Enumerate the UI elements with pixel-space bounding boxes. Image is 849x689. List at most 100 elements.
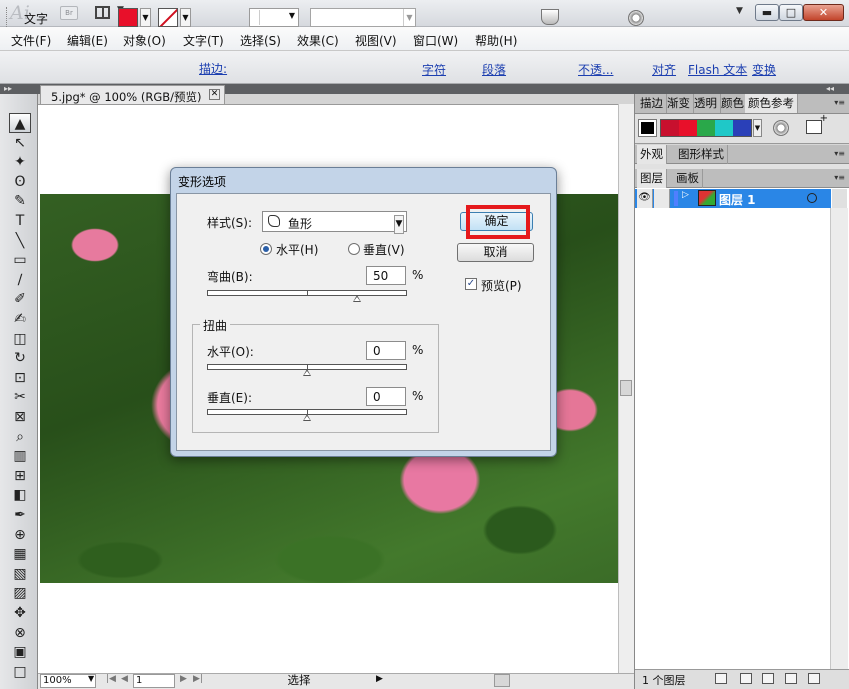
panel-menu-icon[interactable]: ▾≡	[834, 149, 845, 158]
paintbrush-tool-icon[interactable]: ∕	[9, 270, 31, 290]
previous-artboard-icon[interactable]: ◀	[121, 674, 128, 684]
menu-help[interactable]: 帮助(H)	[475, 32, 517, 49]
symbol-sprayer-tool-icon[interactable]: ⌕	[9, 427, 31, 447]
brush-definition-select[interactable]: ▼	[310, 8, 416, 27]
bend-slider-thumb[interactable]	[353, 295, 361, 302]
collapse-panels-icon[interactable]: ◂◂	[826, 84, 834, 94]
save-color-group-icon[interactable]	[806, 113, 828, 134]
panel-menu-icon[interactable]: ▾≡	[834, 98, 845, 107]
blob-brush-tool-icon[interactable]: ✍	[9, 309, 31, 329]
locate-object-icon[interactable]	[715, 673, 727, 684]
next-artboard-icon[interactable]: ▶	[180, 674, 187, 684]
paragraph-link[interactable]: 段落	[482, 61, 506, 78]
rectangle-tool-icon[interactable]: ▭	[9, 250, 31, 270]
hand-tool-icon[interactable]: ▣	[9, 642, 31, 662]
panel-menu-icon[interactable]: ▾≡	[834, 173, 845, 182]
transform-link[interactable]: 变换	[752, 61, 776, 78]
gradient-tool-icon[interactable]: ◧	[9, 485, 31, 505]
column-graph-tool-icon[interactable]: ▥	[9, 446, 31, 466]
slice-tool-icon[interactable]: ⊗	[9, 623, 31, 643]
direct-selection-tool-icon[interactable]: ↖	[9, 133, 31, 153]
vertical-radio-label[interactable]: 垂直(V)	[363, 241, 405, 258]
scale-tool-icon[interactable]: ⊡	[9, 368, 31, 388]
perspective-tool-icon[interactable]: ▨	[9, 583, 31, 603]
rotate-tool-icon[interactable]: ↻	[9, 348, 31, 368]
harmony-swatches[interactable]	[660, 119, 752, 137]
new-sublayer-icon[interactable]	[762, 673, 774, 684]
workspace-chevron-icon[interactable]: ▼	[736, 6, 743, 16]
harmony-swatch[interactable]	[679, 120, 697, 136]
clipping-mask-icon[interactable]	[740, 673, 752, 684]
eyedropper-tool-icon[interactable]: ✒	[9, 505, 31, 525]
distort-vertical-thumb[interactable]	[303, 414, 311, 421]
artboard-number-field[interactable]: 1	[133, 674, 175, 688]
artboard-tool-icon[interactable]: ✥	[9, 603, 31, 623]
document-tab[interactable]: 5.jpg* @ 100% (RGB/预览) ✕	[40, 85, 225, 104]
free-transform-tool-icon[interactable]: ⊠	[9, 407, 31, 427]
align-link[interactable]: 对齐	[652, 61, 676, 78]
cancel-button[interactable]: 取消	[457, 243, 534, 262]
bend-input[interactable]: 50	[366, 266, 406, 285]
pen-tool-icon[interactable]: ✎	[9, 191, 31, 211]
menu-file[interactable]: 文件(F)	[11, 32, 51, 49]
expand-triangle-icon[interactable]: ▷	[682, 190, 689, 200]
trash-icon[interactable]	[808, 673, 820, 684]
layer-name[interactable]: 图层 1	[719, 191, 756, 208]
tab-transparency[interactable]: 透明	[691, 94, 721, 113]
stroke-dropdown-icon[interactable]: ▼	[180, 8, 191, 27]
warp-tool-icon[interactable]: ✂	[9, 387, 31, 407]
selection-indicator[interactable]	[832, 189, 847, 208]
zoom-tool-icon[interactable]: □	[9, 662, 31, 682]
chevron-down-icon[interactable]: ▼	[394, 215, 404, 234]
blend-tool-icon[interactable]: ⊕	[9, 525, 31, 545]
expand-toolbox-icon[interactable]: ▸▸	[4, 84, 12, 94]
harmony-swatch[interactable]	[715, 120, 733, 136]
preview-checkbox[interactable]: ✓	[465, 278, 477, 290]
selection-tool-icon[interactable]: ▲	[9, 113, 31, 133]
flash-text-link[interactable]: Flash 文本	[688, 61, 747, 78]
tab-color-guide[interactable]: 颜色参考	[745, 94, 798, 113]
stroke-color-swatch[interactable]	[158, 8, 178, 27]
maximize-button[interactable]: □	[779, 4, 803, 21]
fill-dropdown-icon[interactable]: ▼	[140, 8, 151, 27]
tab-graphic-styles[interactable]: 图形样式	[675, 145, 728, 164]
bridge-button[interactable]: Br	[60, 6, 78, 20]
horizontal-radio[interactable]	[260, 243, 272, 255]
mesh-tool-icon[interactable]: ⊞	[9, 466, 31, 486]
menu-select[interactable]: 选择(S)	[240, 32, 281, 49]
grip-handle[interactable]	[6, 7, 9, 27]
fill-color-swatch[interactable]	[118, 8, 138, 27]
harmony-dropdown-icon[interactable]: ▼	[753, 119, 762, 137]
stroke-weight-field[interactable]: ▼	[249, 8, 299, 27]
distort-horizontal-thumb[interactable]	[303, 369, 311, 376]
menu-view[interactable]: 视图(V)	[355, 32, 397, 49]
magic-wand-tool-icon[interactable]: ✦	[9, 152, 31, 172]
horizontal-scroll-thumb[interactable]	[494, 674, 510, 687]
tab-artboards[interactable]: 画板	[673, 169, 703, 188]
eraser-tool-icon[interactable]: ◫	[9, 329, 31, 349]
harmony-swatch[interactable]	[697, 120, 715, 136]
tab-gradient[interactable]: 渐变	[664, 94, 694, 113]
menu-window[interactable]: 窗口(W)	[413, 32, 458, 49]
edit-colors-icon[interactable]	[773, 120, 789, 136]
close-icon[interactable]: ✕	[209, 89, 220, 100]
type-tool-icon[interactable]: T	[9, 211, 31, 231]
live-paint-tool-icon[interactable]: ▦	[9, 544, 31, 564]
horizontal-radio-label[interactable]: 水平(H)	[276, 241, 318, 258]
menu-effect[interactable]: 效果(C)	[297, 32, 339, 49]
menu-object[interactable]: 对象(O)	[123, 32, 166, 49]
lock-toggle[interactable]	[654, 189, 670, 208]
live-paint-select-tool-icon[interactable]: ▧	[9, 564, 31, 584]
distort-vertical-input[interactable]: 0	[366, 387, 406, 406]
tab-color[interactable]: 颜色	[718, 94, 748, 113]
character-link[interactable]: 字符	[422, 61, 446, 78]
tab-appearance[interactable]: 外观	[637, 145, 667, 164]
bend-slider[interactable]	[207, 290, 407, 296]
style-select[interactable]	[262, 211, 407, 232]
opacity-link[interactable]: 不透...	[578, 61, 613, 78]
tab-stroke[interactable]: 描边	[637, 94, 667, 113]
harmony-swatch[interactable]	[661, 120, 679, 136]
chevron-down-icon[interactable]: ▼	[88, 674, 94, 683]
layers-scrollbar[interactable]	[830, 208, 848, 669]
close-button[interactable]: ✕	[803, 4, 844, 21]
